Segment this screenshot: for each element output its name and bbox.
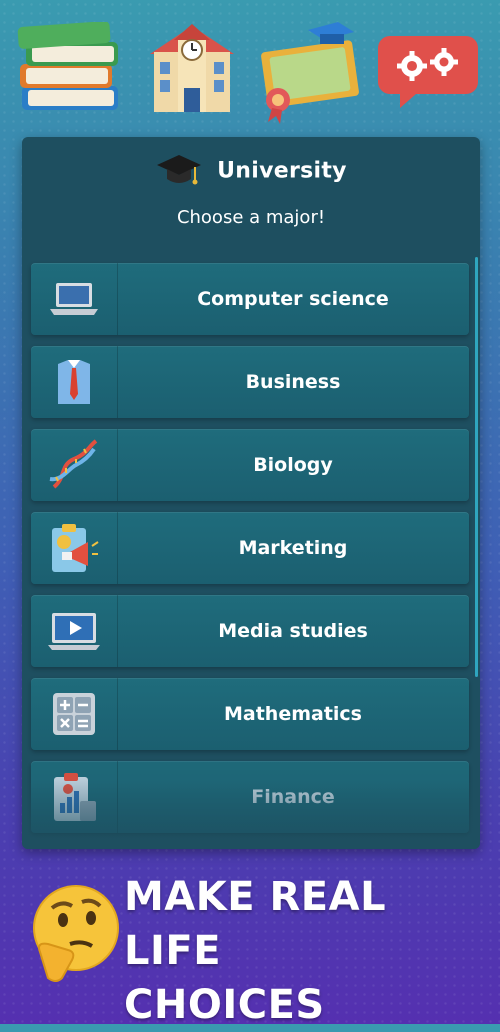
major-label: Finance — [251, 786, 335, 808]
laptop-icon — [50, 283, 98, 315]
majors-list: Computer science Business Biology Market… — [31, 263, 469, 844]
diploma-icon[interactable] — [258, 20, 362, 124]
calculator-icon — [53, 693, 95, 735]
major-item-marketing[interactable]: Marketing — [31, 512, 469, 584]
university-panel: University Choose a major! Computer scie… — [22, 137, 480, 849]
major-item-mathematics[interactable]: Mathematics — [31, 678, 469, 750]
major-label: Marketing — [238, 537, 348, 559]
major-label: Computer science — [197, 288, 389, 310]
major-label: Mathematics — [223, 703, 362, 725]
finance-chart-icon — [54, 773, 96, 821]
major-item-biology[interactable]: Biology — [31, 429, 469, 501]
shirt-tie-icon — [58, 360, 90, 404]
panel-subtitle: Choose a major! — [176, 207, 326, 228]
major-item-finance[interactable]: Finance — [31, 761, 469, 833]
panel-header: University — [22, 153, 480, 189]
dna-icon — [49, 439, 98, 489]
page-title: University — [217, 158, 347, 184]
settings-icon[interactable] — [376, 26, 480, 110]
play-screen-icon — [48, 613, 100, 650]
tagline-line-1: MAKE REAL LIFE — [124, 874, 387, 974]
major-item-media-studies[interactable]: Media studies — [31, 595, 469, 667]
promo-tagline: MAKE REAL LIFE CHOICES — [124, 870, 494, 1032]
megaphone-clipboard-icon — [52, 524, 99, 572]
school-building-icon[interactable] — [142, 18, 242, 118]
thinking-face-icon — [33, 885, 119, 982]
major-item-business[interactable]: Business — [31, 346, 469, 418]
top-icon-bar — [0, 14, 500, 124]
promo-banner: MAKE REAL LIFE CHOICES — [0, 862, 500, 1028]
major-label: Media studies — [218, 620, 368, 642]
list-scrollbar[interactable] — [475, 257, 478, 677]
graduation-cap-icon — [157, 155, 202, 185]
major-item-computer-science[interactable]: Computer science — [31, 263, 469, 335]
major-label: Business — [245, 371, 341, 393]
major-label: Biology — [253, 454, 333, 476]
books-icon[interactable] — [16, 22, 124, 122]
